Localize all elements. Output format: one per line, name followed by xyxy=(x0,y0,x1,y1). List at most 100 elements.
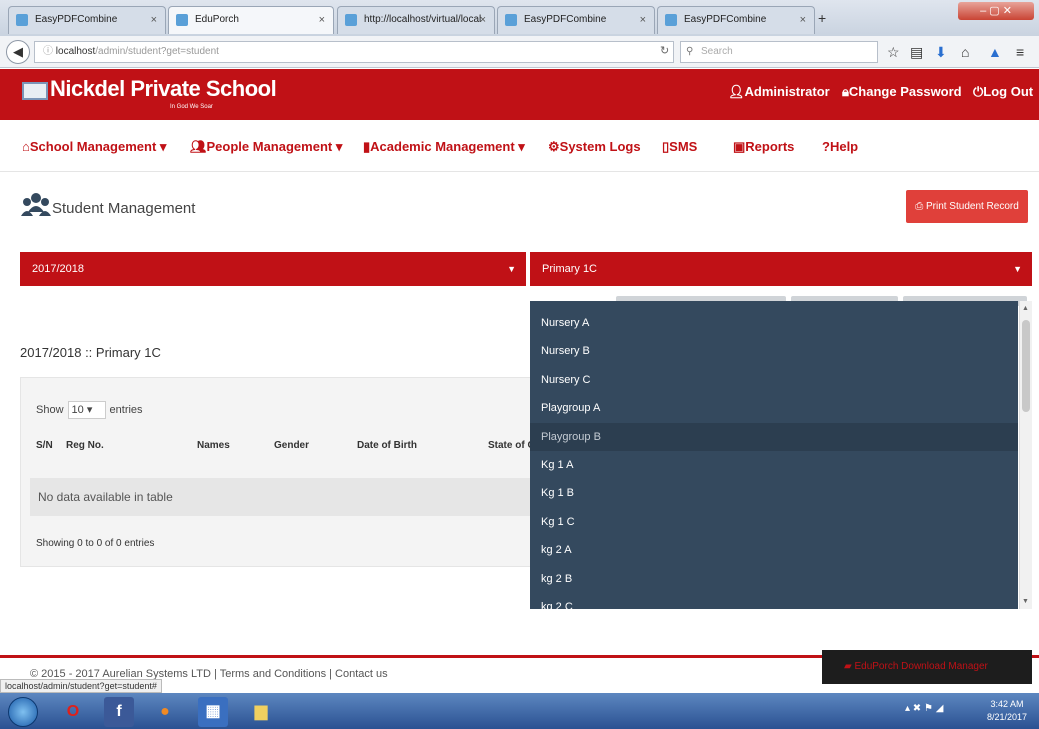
folder-icon: ▰ xyxy=(844,661,855,672)
close-icon[interactable]: × xyxy=(151,7,157,33)
download-manager-popup[interactable]: ▰ EduPorch Download Manager xyxy=(822,650,1032,684)
address-bar[interactable]: ⓘ localhost/admin/student?get=student xyxy=(34,41,674,63)
caret-down-icon: ▾ xyxy=(159,139,167,154)
users-group-icon xyxy=(21,193,51,216)
browser-search-input[interactable]: ⚲ Search xyxy=(680,41,878,63)
menu-people-management[interactable]: 👥︎People Management ▾ xyxy=(190,139,342,155)
dropdown-option[interactable]: kg 2 A xyxy=(530,536,1018,564)
favicon-icon xyxy=(176,14,188,26)
dropdown-option[interactable]: Nursery B xyxy=(530,337,1018,365)
firefox-icon[interactable]: ● xyxy=(150,697,180,727)
back-arrow-icon: ◀ xyxy=(13,44,23,59)
folder-icon[interactable]: ▆ xyxy=(246,697,276,727)
favicon-icon xyxy=(665,14,677,26)
url-host: localhost xyxy=(55,46,96,57)
menu-reports[interactable]: ▣Reports xyxy=(733,139,794,155)
menu-label: System Logs xyxy=(559,139,641,154)
dropdown-option[interactable]: Nursery A xyxy=(530,309,1018,337)
menu-label: School Management xyxy=(29,139,157,154)
close-icon[interactable]: × xyxy=(800,7,806,33)
column-header[interactable]: Reg No. xyxy=(66,440,104,451)
page-length-select[interactable]: 10 ▾ xyxy=(67,401,106,419)
question-icon: ? xyxy=(822,139,830,154)
system-tray-icons[interactable]: ▴ ✖ ⚑ ◢ xyxy=(905,703,943,714)
url-path: /admin/student?get=student xyxy=(95,46,219,57)
menu-academic-management[interactable]: ▮Academic Management ▾ xyxy=(363,139,525,155)
reload-icon[interactable]: ↻ xyxy=(660,44,669,57)
dropdown-option[interactable]: Kg 1 A xyxy=(530,451,1018,479)
dropdown-option[interactable]: Playgroup A xyxy=(530,394,1018,422)
class-select[interactable]: Primary 1C ▼ xyxy=(530,252,1032,286)
taskbar-clock[interactable]: 3:42 AM 8/21/2017 xyxy=(987,698,1027,724)
download-icon[interactable]: ⬇ xyxy=(935,44,947,61)
caret-down-icon: ▾ xyxy=(518,139,525,154)
browser-tab[interactable]: EasyPDFCombine × xyxy=(497,6,655,34)
window-controls[interactable]: – ▢ ✕ xyxy=(958,2,1034,20)
home-icon[interactable]: ⌂ xyxy=(961,44,969,60)
page-title: Student Management xyxy=(52,200,196,217)
change-password-link[interactable]: 🔒︎Change Password xyxy=(842,84,962,100)
dropdown-option[interactable]: Playgroup B xyxy=(530,422,1018,451)
search-icon: ⚲ xyxy=(686,46,694,57)
browser-tab[interactable]: EasyPDFCombine × xyxy=(8,6,166,34)
download-manager-label: EduPorch Download Manager xyxy=(854,661,988,672)
browser-tab[interactable]: http://localhost/virtual/local × xyxy=(337,6,495,34)
info-icon: ⓘ xyxy=(43,46,56,57)
scroll-up-icon[interactable]: ▲ xyxy=(1022,305,1029,312)
menu-icon[interactable]: ≡ xyxy=(1016,44,1024,60)
start-button[interactable] xyxy=(8,697,38,727)
table-info: Showing 0 to 0 of 0 entries xyxy=(36,538,155,549)
browser-tab[interactable]: EasyPDFCombine × xyxy=(657,6,815,34)
favicon-icon xyxy=(16,14,28,26)
administrator-link[interactable]: 👤︎Administrator xyxy=(728,84,830,100)
administrator-label: Administrator xyxy=(744,84,830,99)
opera-icon[interactable]: O xyxy=(58,697,88,727)
dropdown-option[interactable]: Kg 1 B xyxy=(530,479,1018,507)
app-icon[interactable]: ▦ xyxy=(198,697,228,727)
facebook-icon[interactable]: f xyxy=(104,697,134,727)
column-header[interactable]: S/N xyxy=(36,440,53,451)
dropdown-scrollbar-thumb[interactable] xyxy=(1022,320,1030,412)
dropdown-option[interactable]: kg 2 C xyxy=(530,593,1018,609)
menu-help[interactable]: ?Help xyxy=(822,139,858,154)
search-placeholder: Search xyxy=(701,46,733,57)
close-icon[interactable]: × xyxy=(480,7,486,33)
print-student-record-button[interactable]: ⎙ Print Student Record xyxy=(906,190,1028,223)
caret-down-icon: ▼ xyxy=(1013,264,1022,274)
back-button[interactable]: ◀ xyxy=(6,40,30,64)
clock-date: 8/21/2017 xyxy=(987,712,1028,722)
column-header[interactable]: Date of Birth xyxy=(357,440,417,451)
new-tab-button[interactable]: + xyxy=(818,10,826,26)
caret-down-icon: ▼ xyxy=(507,264,516,274)
class-dropdown-list[interactable]: Nursery A Nursery B Nursery C Playgroup A Pl… xyxy=(530,301,1018,609)
session-select[interactable]: 2017/2018 ▼ xyxy=(20,252,526,286)
pocket-icon[interactable]: ▲ xyxy=(988,44,1002,60)
printer-icon: ⎙ xyxy=(915,201,926,212)
class-value: Primary 1C xyxy=(542,263,598,275)
menu-label: Reports xyxy=(745,139,795,154)
logout-link[interactable]: ⏻Log Out xyxy=(973,84,1033,100)
bookmark-star-icon[interactable]: ☆ xyxy=(887,44,900,61)
column-header[interactable]: Names xyxy=(197,440,230,451)
menu-school-management[interactable]: ⌂School Management ▾ xyxy=(22,139,166,155)
clock-time: 3:42 AM xyxy=(990,699,1024,709)
school-name[interactable]: Nickdel Private School xyxy=(50,76,277,102)
print-button-label: Print Student Record xyxy=(925,201,1019,212)
close-icon[interactable]: × xyxy=(319,7,325,33)
report-icon: ▣ xyxy=(733,139,746,154)
column-header[interactable]: State of O xyxy=(488,440,535,451)
close-icon[interactable]: × xyxy=(640,7,646,33)
clipboard-icon[interactable]: ▤ xyxy=(910,44,923,61)
change-password-label: Change Password xyxy=(848,84,962,99)
column-header[interactable]: Gender xyxy=(274,440,309,451)
menu-sms[interactable]: ▯SMS xyxy=(662,139,697,155)
dropdown-option[interactable]: Kg 1 C xyxy=(530,508,1018,536)
logout-label: Log Out xyxy=(983,84,1034,99)
menu-system-logs[interactable]: ⚙System Logs xyxy=(548,139,641,155)
dropdown-option[interactable]: Nursery C xyxy=(530,366,1018,394)
scroll-down-icon[interactable]: ▼ xyxy=(1022,598,1029,605)
browser-tab[interactable]: EduPorch × xyxy=(168,6,334,34)
menu-label: Academic Management xyxy=(370,139,515,154)
menu-label: SMS xyxy=(669,139,698,154)
dropdown-option[interactable]: kg 2 B xyxy=(530,565,1018,593)
